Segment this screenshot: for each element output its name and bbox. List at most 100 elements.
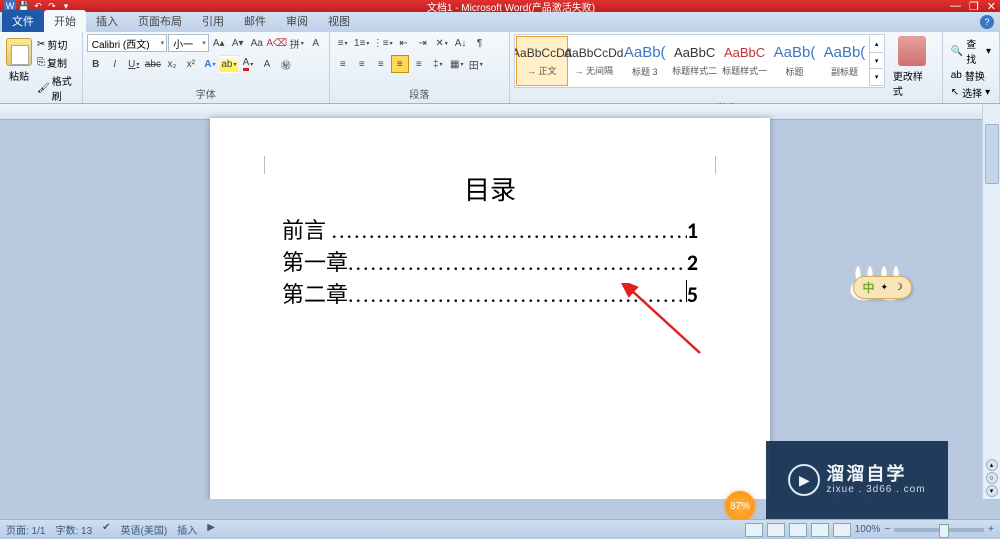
align-left-button[interactable]: ≡ — [334, 55, 352, 73]
tab-home[interactable]: 开始 — [44, 10, 86, 32]
style-item-hstyle2[interactable]: AaBbC 标题样式二 — [670, 36, 720, 86]
show-marks-button[interactable]: ¶ — [471, 34, 489, 52]
watermark: ▶ 溜溜自学 zixue . 3d66 . com — [766, 441, 948, 519]
decrease-indent-button[interactable]: ⇤ — [395, 34, 413, 52]
zoom-out-button[interactable]: − — [884, 524, 890, 535]
subscript-button[interactable]: x₂ — [163, 55, 181, 73]
font-size-combo[interactable]: 小一 — [168, 34, 209, 52]
change-styles-icon — [898, 36, 926, 66]
borders-button[interactable]: 田 — [467, 55, 485, 73]
group-editing: 🔍查找 ▾ ab替换 ↖选择 ▾ 编辑 — [943, 32, 1000, 103]
underline-button[interactable]: U — [125, 55, 143, 73]
next-page-button[interactable]: ▾ — [986, 485, 998, 497]
status-page[interactable]: 页面: 1/1 — [6, 522, 45, 537]
restore-button[interactable]: ❐ — [969, 0, 979, 13]
status-proof-icon[interactable]: ✔ — [102, 522, 110, 537]
shrink-font-button[interactable]: A▾ — [229, 34, 247, 52]
style-item-h3[interactable]: AaBb( 标题 3 — [620, 36, 670, 86]
zoom-slider[interactable] — [894, 528, 984, 532]
status-macro-icon[interactable]: ▶ — [207, 522, 215, 537]
zoom-level[interactable]: 100% — [855, 524, 881, 535]
font-name-combo[interactable]: Calibri (西文) — [87, 34, 167, 52]
zoom-in-button[interactable]: + — [988, 524, 994, 535]
vertical-scrollbar[interactable]: ▴ ○ ▾ — [982, 104, 1000, 499]
percent-badge[interactable]: 87% — [725, 491, 755, 521]
strike-button[interactable]: abc — [144, 55, 162, 73]
document-content[interactable]: 目录 前言 ..................................… — [210, 118, 770, 311]
clear-format-button[interactable]: A⌫ — [267, 34, 287, 52]
watermark-url: zixue . 3d66 . com — [826, 484, 925, 495]
tab-insert[interactable]: 插入 — [86, 10, 128, 32]
view-read-button[interactable] — [767, 523, 785, 537]
ribbon-tabs: 文件 开始 插入 页面布局 引用 邮件 审阅 视图 ? — [0, 12, 1000, 32]
tab-view[interactable]: 视图 — [318, 10, 360, 32]
close-button[interactable]: ✕ — [987, 0, 996, 13]
tab-references[interactable]: 引用 — [192, 10, 234, 32]
font-color-button[interactable]: A — [239, 55, 257, 73]
copy-button[interactable]: ⎘复制 — [36, 54, 78, 71]
line-spacing-button[interactable]: ‡ — [429, 55, 447, 73]
prev-page-button[interactable]: ▴ — [986, 459, 998, 471]
change-styles-button[interactable]: 更改样式 — [887, 34, 938, 100]
status-words[interactable]: 字数: 13 — [55, 522, 92, 537]
highlight-button[interactable]: ab — [220, 55, 238, 73]
find-button[interactable]: 🔍查找 ▾ — [951, 36, 991, 66]
numbering-button[interactable]: 1≡ — [353, 34, 371, 52]
paste-button[interactable]: 粘贴 — [4, 34, 34, 87]
text-effects-button[interactable]: A — [201, 55, 219, 73]
align-center-button[interactable]: ≡ — [353, 55, 371, 73]
browse-object-button[interactable]: ○ — [986, 472, 998, 484]
style-item-nospacing[interactable]: AaBbCcDd → 无间隔 — [568, 36, 620, 86]
tab-review[interactable]: 审阅 — [276, 10, 318, 32]
view-print-button[interactable] — [745, 523, 763, 537]
phonetic-guide-button[interactable]: 拼 — [288, 34, 306, 52]
bullets-button[interactable]: ≡ — [334, 34, 352, 52]
replace-icon: ab — [951, 70, 962, 81]
justify-button[interactable]: ≡ — [391, 55, 409, 73]
replace-button[interactable]: ab替换 — [951, 68, 991, 83]
toc-line-1: 前言 .....................................… — [282, 215, 698, 247]
ime-moon-icon[interactable]: ☽ — [894, 282, 903, 293]
help-icon[interactable]: ? — [980, 15, 994, 29]
select-button[interactable]: ↖选择 ▾ — [951, 85, 991, 100]
align-right-button[interactable]: ≡ — [372, 55, 390, 73]
distribute-button[interactable]: ≡ — [410, 55, 428, 73]
view-draft-button[interactable] — [833, 523, 851, 537]
status-language[interactable]: 英语(美国) — [121, 522, 168, 537]
view-outline-button[interactable] — [811, 523, 829, 537]
tab-file[interactable]: 文件 — [2, 10, 44, 32]
style-item-normal[interactable]: AaBbCcDd → 正文 — [516, 36, 568, 86]
asian-layout-button[interactable]: ✕ — [433, 34, 451, 52]
sort-button[interactable]: A↓ — [452, 34, 470, 52]
superscript-button[interactable]: x² — [182, 55, 200, 73]
paste-icon — [6, 38, 32, 66]
styles-gallery[interactable]: AaBbCcDd → 正文 AaBbCcDd → 无间隔 AaBb( 标题 3 … — [514, 34, 885, 88]
tab-layout[interactable]: 页面布局 — [128, 10, 192, 32]
char-border-button[interactable]: A — [307, 34, 325, 52]
styles-gallery-more[interactable]: ▴▾▾ — [869, 36, 882, 86]
multilevel-button[interactable]: ⋮≡ — [372, 34, 394, 52]
scrollbar-thumb[interactable] — [985, 124, 999, 184]
format-painter-button[interactable]: 🖌格式刷 — [36, 72, 78, 104]
search-icon: 🔍 — [951, 46, 963, 57]
style-item-title[interactable]: AaBb( 标题 — [770, 36, 820, 86]
ime-settings-icon[interactable]: ✦ — [880, 282, 888, 293]
style-item-hstyle1[interactable]: AaBbC 标题样式一 — [720, 36, 770, 86]
view-web-button[interactable] — [789, 523, 807, 537]
document-page[interactable]: 目录 前言 ..................................… — [210, 118, 770, 499]
change-case-button[interactable]: Aa — [248, 34, 266, 52]
increase-indent-button[interactable]: ⇥ — [414, 34, 432, 52]
status-mode[interactable]: 插入 — [177, 522, 197, 537]
group-paragraph: ≡ 1≡ ⋮≡ ⇤ ⇥ ✕ A↓ ¶ ≡ ≡ ≡ ≡ ≡ ‡ ▦ 田 段落 — [330, 32, 510, 103]
enclose-char-button[interactable]: ㊙ — [277, 55, 295, 73]
cut-button[interactable]: ✂剪切 — [36, 36, 78, 53]
style-item-subtitle[interactable]: AaBb( 副标题 — [819, 36, 869, 86]
tab-mailings[interactable]: 邮件 — [234, 10, 276, 32]
italic-button[interactable]: I — [106, 55, 124, 73]
ime-indicator[interactable]: 中 ✦ ☽ — [853, 276, 912, 299]
shading-button[interactable]: ▦ — [448, 55, 466, 73]
char-shading-button[interactable]: A — [258, 55, 276, 73]
bold-button[interactable]: B — [87, 55, 105, 73]
minimize-button[interactable]: — — [950, 0, 961, 13]
grow-font-button[interactable]: A▴ — [210, 34, 228, 52]
